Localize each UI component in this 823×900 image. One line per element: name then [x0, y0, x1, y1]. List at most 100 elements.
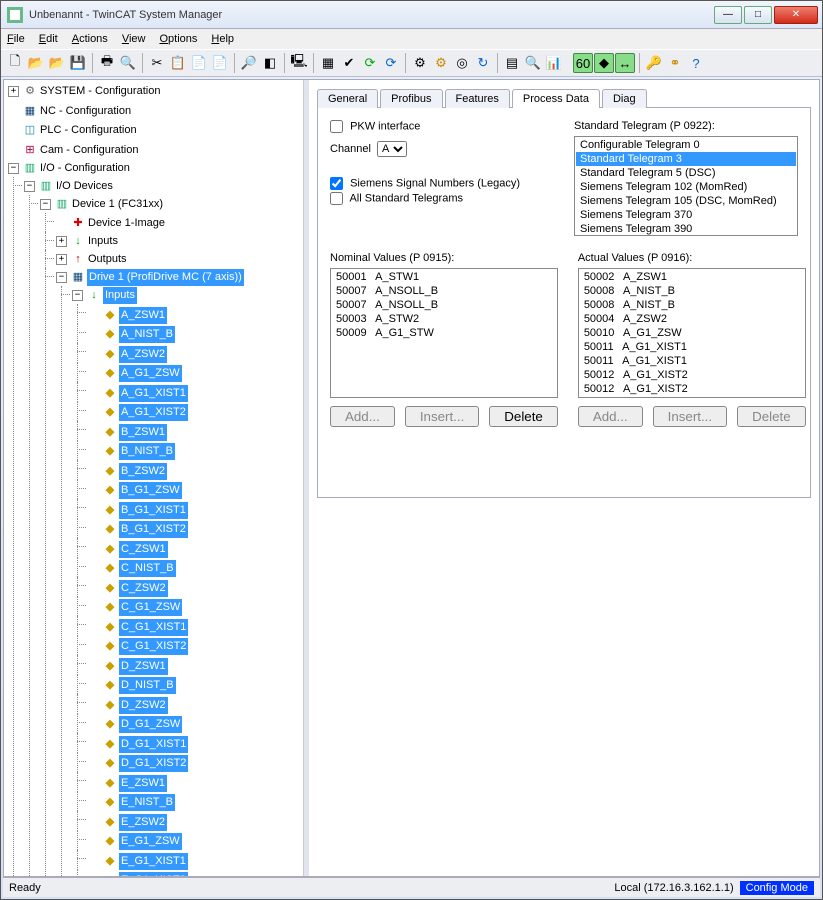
expander-icon[interactable]: − [24, 181, 35, 192]
tree-row[interactable]: −I/O Devices [24, 178, 114, 195]
tree-row[interactable]: ◆E_ZSW2 [88, 814, 167, 831]
tree-row[interactable]: ◆B_ZSW2 [88, 463, 167, 480]
pkw-checkbox[interactable]: PKW interface [330, 120, 420, 133]
chart-icon[interactable]: 📊 [544, 53, 564, 73]
link-icon[interactable]: ⚭ [665, 53, 685, 73]
open2-icon[interactable]: 📂 [47, 53, 67, 73]
menu-options[interactable]: Options [159, 33, 197, 45]
tc2-icon[interactable]: ⟳ [381, 53, 401, 73]
tree-row[interactable]: ◆D_ZSW2 [88, 697, 168, 714]
tree-row[interactable]: ◆D_ZSW1 [88, 658, 168, 675]
allstd-checkbox[interactable]: All Standard Telegrams [330, 192, 463, 205]
list-item[interactable]: 50009 A_G1_STW [332, 326, 556, 340]
key-icon[interactable]: 🔑 [644, 53, 664, 73]
t1-icon[interactable]: 60 [573, 53, 593, 73]
list-item[interactable]: 50012 A_G1_XIST2 [580, 382, 804, 396]
tree-row[interactable]: +Outputs [56, 251, 128, 268]
tree-row[interactable]: ◆A_ZSW1 [88, 307, 167, 324]
run-icon[interactable]: ▦ [318, 53, 338, 73]
tree-row[interactable]: ◆C_G1_XIST1 [88, 619, 188, 636]
tab-process-data[interactable]: Process Data [512, 89, 600, 108]
tree-row[interactable]: ◆B_ZSW1 [88, 424, 167, 441]
list-item[interactable]: 50007 A_NSOLL_B [332, 284, 556, 298]
actual-add-button[interactable]: Add... [578, 406, 643, 427]
tree-row[interactable]: −I/O - Configuration [8, 160, 131, 177]
preview-icon[interactable]: 🔍 [118, 53, 138, 73]
gear2-icon[interactable]: ⚙ [431, 53, 451, 73]
channel-select[interactable]: A [377, 141, 407, 157]
menu-edit[interactable]: Edit [39, 33, 58, 45]
tree-row[interactable]: ◆B_NIST_B [88, 443, 175, 460]
actual-delete-button[interactable]: Delete [737, 406, 806, 427]
telegram-item[interactable]: Siemens Telegram 102 (MomRed) [576, 180, 796, 194]
list-item[interactable]: 50010 A_G1_ZSW [580, 326, 804, 340]
minimize-button[interactable]: — [714, 6, 742, 24]
expander-icon[interactable]: + [8, 86, 19, 97]
telegram-item[interactable]: Siemens Telegram 370 [576, 208, 796, 222]
telegram-item[interactable]: Standard Telegram 3 [576, 152, 796, 166]
tree-row[interactable]: ◆E_G1_ZSW [88, 833, 182, 850]
expander-icon[interactable]: + [56, 254, 67, 265]
tree-row[interactable]: ◆E_NIST_B [88, 794, 175, 811]
print-icon[interactable]: 🖶 [97, 53, 117, 73]
maximize-button[interactable]: □ [744, 6, 772, 24]
tree-row[interactable]: +Inputs [56, 233, 119, 250]
nominal-delete-button[interactable]: Delete [489, 406, 558, 427]
menu-help[interactable]: Help [211, 33, 234, 45]
nominal-insert-button[interactable]: Insert... [405, 406, 479, 427]
list-item[interactable]: 50004 A_ZSW2 [580, 312, 804, 326]
telegram-item[interactable]: Siemens Telegram 105 (DSC, MomRed) [576, 194, 796, 208]
expander-icon[interactable]: − [56, 272, 67, 283]
tab-general[interactable]: General [317, 89, 378, 108]
telegram-item[interactable]: Siemens Telegram 390 [576, 222, 796, 236]
tree-row[interactable]: ◆D_G1_XIST2 [88, 755, 188, 772]
tree-row[interactable]: ◆B_G1_XIST1 [88, 502, 188, 519]
tree-row[interactable]: ◆D_G1_ZSW [88, 716, 182, 733]
device-icon[interactable]: 🖳 [289, 53, 309, 73]
new-icon[interactable]: 🗋 [5, 53, 25, 73]
tree-row[interactable]: ◆C_ZSW2 [88, 580, 168, 597]
std-telegram-list[interactable]: Configurable Telegram 0Standard Telegram… [574, 136, 798, 236]
copy-icon[interactable]: 📋 [168, 53, 188, 73]
tc-icon[interactable]: ⟳ [360, 53, 380, 73]
tree-row[interactable]: ◆C_G1_XIST2 [88, 638, 188, 655]
expander-icon[interactable]: + [56, 236, 67, 247]
actual-list[interactable]: 50002 A_ZSW150008 A_NIST_B50008 A_NIST_B… [578, 268, 806, 398]
tree-row[interactable]: ◆D_G1_XIST1 [88, 736, 188, 753]
paste2-icon[interactable]: 📄 [210, 53, 230, 73]
tree-row[interactable]: ◆C_G1_ZSW [88, 599, 182, 616]
telegram-item[interactable]: Configurable Telegram 0 [576, 138, 796, 152]
tab-profibus[interactable]: Profibus [380, 89, 442, 108]
tree-row[interactable]: ◆C_ZSW1 [88, 541, 168, 558]
tree-row[interactable]: ◆C_NIST_B [88, 560, 176, 577]
tree-row[interactable]: Cam - Configuration [8, 142, 139, 159]
reload-icon[interactable]: ↻ [473, 53, 493, 73]
t3-icon[interactable]: ↔ [615, 53, 635, 73]
tree-row[interactable]: ◆B_G1_ZSW [88, 482, 182, 499]
tree-pane[interactable]: +SYSTEM - Configuration NC - Configurati… [4, 80, 304, 876]
help-icon[interactable]: ? [686, 53, 706, 73]
target-icon[interactable]: ◎ [452, 53, 472, 73]
tree-row[interactable]: NC - Configuration [8, 103, 132, 120]
goto-icon[interactable]: ◧ [260, 53, 280, 73]
tree-row[interactable]: −Drive 1 (ProfiDrive MC (7 axis)) [56, 269, 244, 286]
list-item[interactable]: 50003 A_STW2 [332, 312, 556, 326]
tree-row[interactable]: ◆A_NIST_B [88, 326, 175, 343]
cut-icon[interactable]: ✂ [147, 53, 167, 73]
menu-view[interactable]: View [122, 33, 146, 45]
tree-row[interactable]: ◆E_G1_XIST2 [88, 872, 188, 876]
zoom-icon[interactable]: 🔍 [523, 53, 543, 73]
actual-insert-button[interactable]: Insert... [653, 406, 727, 427]
list-item[interactable]: 50008 A_NIST_B [580, 284, 804, 298]
tree-row[interactable]: ◆A_G1_XIST1 [88, 385, 188, 402]
tree-row[interactable]: ◆A_ZSW2 [88, 346, 167, 363]
tab-diag[interactable]: Diag [602, 89, 647, 108]
tab-features[interactable]: Features [445, 89, 510, 108]
gear-icon[interactable]: ⚙ [410, 53, 430, 73]
t2-icon[interactable]: ◆ [594, 53, 614, 73]
tree-row[interactable]: ◆B_G1_XIST2 [88, 521, 188, 538]
check-icon[interactable]: ✔ [339, 53, 359, 73]
tree-row[interactable]: ◆A_G1_XIST2 [88, 404, 188, 421]
menu-file[interactable]: File [7, 33, 25, 45]
tree-row[interactable]: −Inputs [72, 287, 137, 304]
